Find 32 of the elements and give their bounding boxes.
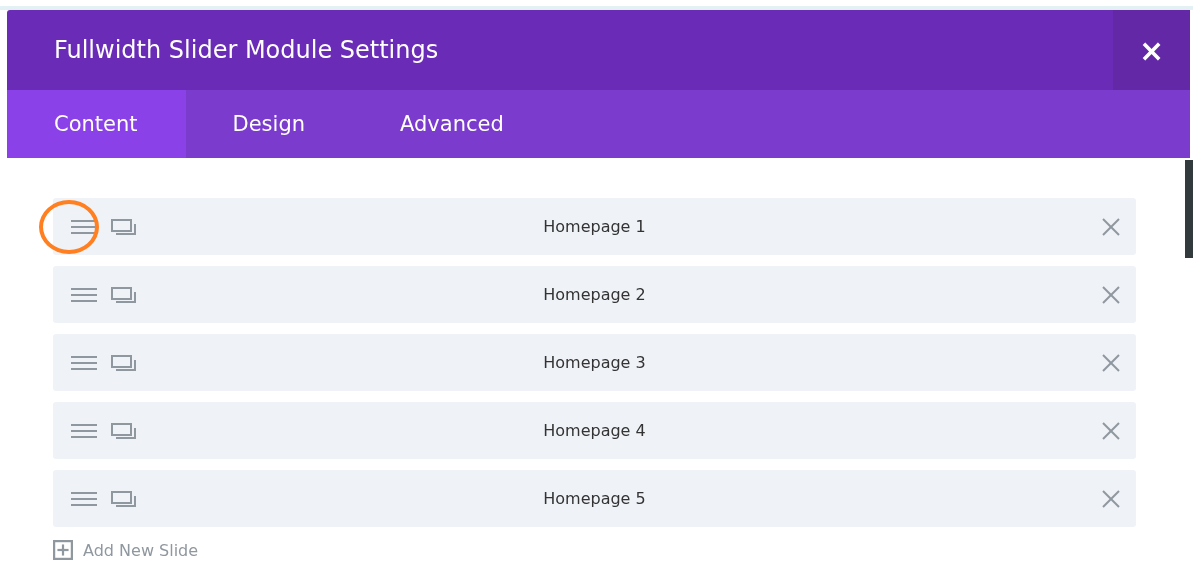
delete-icon[interactable] (1102, 489, 1120, 508)
slide-label: Homepage 2 (543, 285, 646, 304)
duplicate-icon[interactable] (111, 286, 137, 303)
scrollbar[interactable] (1185, 160, 1193, 258)
slide-item[interactable]: Homepage 3 (53, 334, 1136, 391)
tab[interactable]: Design (185, 90, 354, 158)
duplicate-icon[interactable] (111, 490, 137, 507)
slide-label: Homepage 5 (543, 489, 646, 508)
slide-item[interactable]: Homepage 1 (53, 198, 1136, 255)
slide-label: Homepage 3 (543, 353, 646, 372)
slide-item[interactable]: Homepage 5 (53, 470, 1136, 527)
duplicate-icon[interactable] (111, 422, 137, 439)
slide-item[interactable]: Homepage 4 (53, 402, 1136, 459)
drag-handle-icon[interactable] (71, 354, 97, 371)
tab[interactable]: Advanced (353, 90, 552, 158)
delete-icon[interactable] (1102, 285, 1120, 304)
slide-label: Homepage 4 (543, 421, 646, 440)
delete-icon[interactable] (1102, 217, 1120, 236)
tab[interactable]: Content (7, 90, 186, 158)
dialog-title: Fullwidth Slider Module Settings (53, 36, 439, 64)
delete-icon[interactable] (1102, 353, 1120, 372)
plus-icon (53, 540, 73, 560)
delete-icon[interactable] (1102, 421, 1120, 440)
drag-handle-icon[interactable] (71, 286, 97, 303)
slide-label: Homepage 1 (543, 217, 646, 236)
drag-handle-icon[interactable] (71, 218, 97, 235)
drag-handle-icon[interactable] (71, 490, 97, 507)
duplicate-icon[interactable] (111, 354, 137, 371)
drag-handle-icon[interactable] (71, 422, 97, 439)
slide-item[interactable]: Homepage 2 (53, 266, 1136, 323)
close-button[interactable]: × (1113, 10, 1190, 90)
duplicate-icon[interactable] (111, 218, 137, 235)
